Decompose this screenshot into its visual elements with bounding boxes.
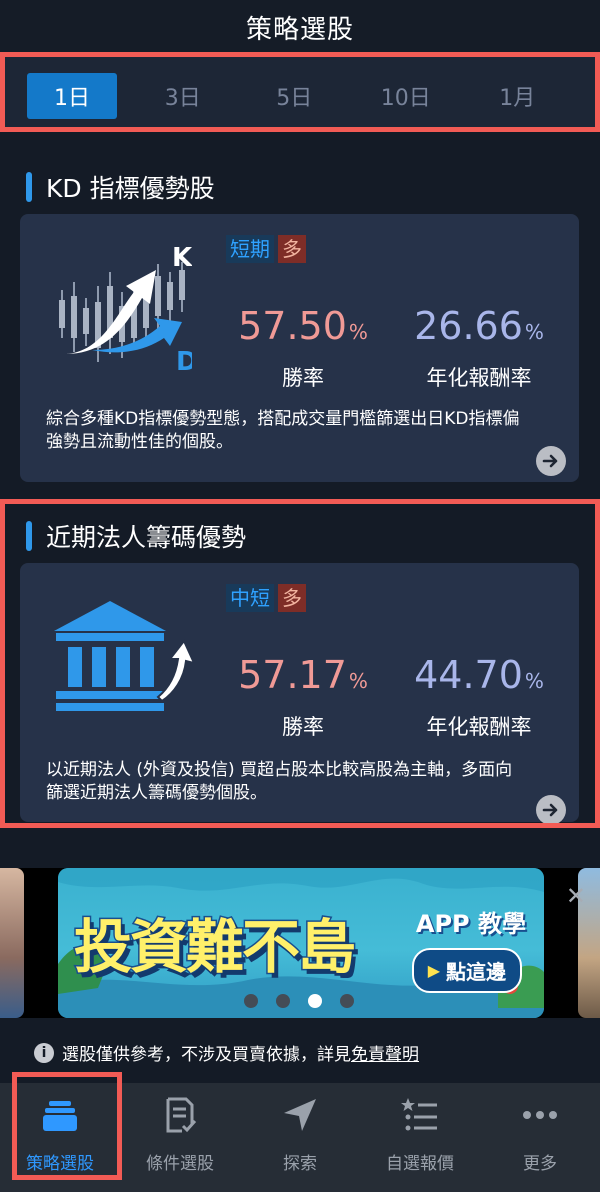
percent-sign: %: [524, 669, 544, 693]
nav-label: 條件選股: [146, 1154, 214, 1174]
banner-cta-label: 點這邊: [446, 960, 506, 984]
promo-banner-carousel[interactable]: 投資難不島 APP 教學 ▶ 點這邊 ✕: [0, 868, 600, 1018]
annual-return-stat: 44.70% 年化報酬率: [404, 653, 554, 741]
play-triangle-icon: ▶: [427, 961, 440, 980]
strategy-2-tags: 中短 多: [226, 584, 306, 612]
svg-text:K: K: [172, 243, 192, 273]
institution-icon: [54, 601, 194, 711]
nav-label: 自選報價: [386, 1154, 454, 1174]
nav-strategy-picks[interactable]: 策略選股: [0, 1083, 120, 1192]
nav-label: 策略選股: [26, 1154, 94, 1174]
strategy-card-institutional[interactable]: 中短 多 57.17% 勝率 44.70% 年化報酬率 以近期法人 (外資及投信…: [20, 563, 579, 825]
carousel-dot-active[interactable]: [308, 994, 322, 1008]
arrow-right-icon[interactable]: [536, 795, 566, 825]
strategy-2-description: 以近期法人 (外資及投信) 買超占股本比較高股為主軸，多面向篩選近期法人籌碼優勢…: [46, 760, 513, 803]
win-rate-value: 57.17: [238, 653, 347, 697]
win-rate-label: 勝率: [282, 715, 324, 739]
annual-return-value: 44.70: [414, 653, 523, 697]
period-tabs-frame: 1日 3日 5日 10日 1月: [0, 52, 600, 132]
kd-chart-icon: K D: [59, 243, 192, 372]
win-rate-stat: 57.17% 勝率: [228, 653, 378, 741]
carousel-dot[interactable]: [244, 994, 258, 1008]
banner-headline: 投資難不島: [72, 912, 357, 983]
banner-prev-slide[interactable]: [0, 868, 24, 1018]
strategy-1-description: 綜合多種KD指標優勢型態，搭配成交量門檻篩選出日KD指標偏強勢且流動性佳的個股。: [46, 409, 520, 452]
strategy-1-title: KD 指標優勢股: [46, 174, 215, 203]
arrow-right-icon[interactable]: [536, 446, 566, 476]
nav-label: 更多: [523, 1154, 557, 1174]
star-list-icon: [401, 1098, 437, 1131]
disclaimer-text: 選股僅供參考，不涉及買賣依據，詳見: [62, 1045, 351, 1065]
svg-text:D: D: [176, 347, 192, 372]
nav-more[interactable]: 更多: [480, 1083, 600, 1192]
tab-3-day[interactable]: 3日: [127, 73, 239, 119]
disclaimer: i 選股僅供參考，不涉及買賣依據，詳見 免責聲明: [34, 1040, 419, 1065]
info-icon: i: [34, 1042, 54, 1063]
percent-sign: %: [348, 669, 368, 693]
percent-sign: %: [524, 320, 544, 344]
annual-return-label: 年化報酬率: [426, 715, 532, 739]
period-tabs: 1日 3日 5日 10日 1月: [27, 73, 573, 119]
tab-1-month[interactable]: 1月: [462, 73, 574, 119]
carousel-dots: [244, 994, 354, 1008]
direction-badge: 多: [278, 235, 306, 263]
document-check-icon: [166, 1097, 197, 1133]
nav-watchlist-quotes[interactable]: 自選報價: [360, 1083, 480, 1192]
term-badge: 短期: [226, 235, 274, 263]
bottom-navigation: 策略選股 條件選股 探索 自選報價 更多: [0, 1083, 600, 1192]
close-icon[interactable]: ✕: [566, 882, 586, 910]
strategy-1-heading: KD 指標優勢股: [26, 170, 215, 204]
carousel-dot[interactable]: [340, 994, 354, 1008]
nav-condition-picks[interactable]: 條件選股: [120, 1083, 240, 1192]
win-rate-value: 57.50: [238, 304, 347, 348]
banner-cta-button[interactable]: ▶ 點這邊: [411, 948, 522, 993]
nav-explore[interactable]: 探索: [240, 1083, 360, 1192]
term-badge: 中短: [226, 584, 274, 612]
tab-1-day[interactable]: 1日: [27, 73, 117, 119]
navigation-arrow-icon: [284, 1099, 316, 1131]
strategy-2-heading: 近期法人籌碼優勢: [26, 519, 246, 553]
direction-badge: 多: [278, 584, 306, 612]
disclaimer-link[interactable]: 免責聲明: [351, 1040, 419, 1065]
stack-icon: [43, 1101, 77, 1131]
banner-app-label: APP 教學: [415, 910, 526, 938]
strategy-card-kd[interactable]: K D 短期 多 57.50% 勝率 26.66% 年化報酬率 綜合多種KD指標…: [20, 214, 579, 482]
more-dots-icon: [523, 1111, 557, 1119]
nav-label: 探索: [283, 1154, 317, 1174]
page-header: 策略選股: [0, 0, 600, 54]
tab-10-day[interactable]: 10日: [350, 73, 462, 119]
percent-sign: %: [348, 320, 368, 344]
win-rate-stat: 57.50% 勝率: [228, 304, 378, 392]
carousel-dot[interactable]: [276, 994, 290, 1008]
annual-return-label: 年化報酬率: [426, 366, 532, 390]
annual-return-stat: 26.66% 年化報酬率: [404, 304, 554, 392]
tab-5-day[interactable]: 5日: [239, 73, 351, 119]
strategy-1-tags: 短期 多: [226, 235, 306, 263]
page-title: 策略選股: [245, 14, 354, 45]
annual-return-value: 26.66: [414, 304, 523, 348]
section-accent-bar: [26, 172, 32, 202]
win-rate-label: 勝率: [282, 366, 324, 390]
strategy-2-title: 近期法人籌碼優勢: [46, 523, 247, 552]
section-accent-bar: [26, 521, 32, 551]
